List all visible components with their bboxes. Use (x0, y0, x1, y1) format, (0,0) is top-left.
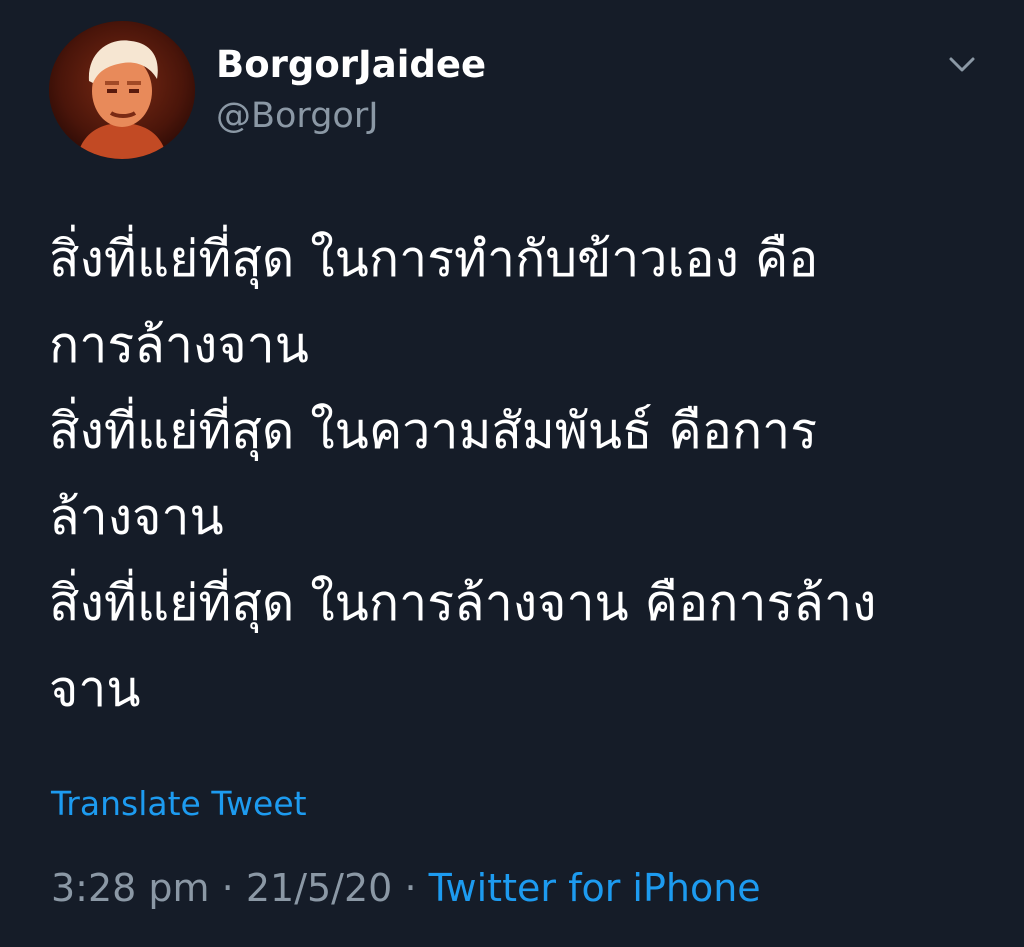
tweet-text: สิ่งที่แย่ที่สุด ในการทำกับข้าวเอง คือ ก… (49, 216, 989, 732)
meta-separator: · (221, 866, 234, 910)
tweet-card: BorgorJaidee @BorgorJ สิ่งที่แย่ที่สุด ใ… (0, 0, 1024, 947)
translate-tweet-link[interactable]: Translate Tweet (51, 782, 307, 826)
meta-separator: · (404, 866, 417, 910)
tweet-options-button[interactable] (942, 46, 982, 82)
tweet-text-line: สิ่งที่แย่ที่สุด ในความสัมพันธ์ คือการ (49, 402, 818, 460)
tweet-metadata: 3:28 pm · 21/5/20 · Twitter for iPhone (51, 863, 761, 913)
tweet-time: 3:28 pm (51, 866, 210, 910)
tweet-text-line: การล้างจาน (49, 316, 309, 374)
author-handle[interactable]: @BorgorJ (216, 94, 379, 138)
author-display-name[interactable]: BorgorJaidee (216, 42, 486, 88)
avatar[interactable] (49, 21, 195, 159)
chevron-down-icon (949, 57, 975, 72)
tweet-date: 21/5/20 (245, 866, 393, 910)
tweet-text-line: สิ่งที่แย่ที่สุด ในการทำกับข้าวเอง คือ (49, 230, 819, 288)
avatar-portrait-icon (49, 21, 195, 159)
tweet-text-line: ล้างจาน (49, 488, 224, 546)
tweet-source-link[interactable]: Twitter for iPhone (429, 866, 761, 910)
tweet-text-line: สิ่งที่แย่ที่สุด ในการล้างจาน คือการล้าง (49, 574, 877, 632)
tweet-text-line: จาน (49, 660, 141, 718)
